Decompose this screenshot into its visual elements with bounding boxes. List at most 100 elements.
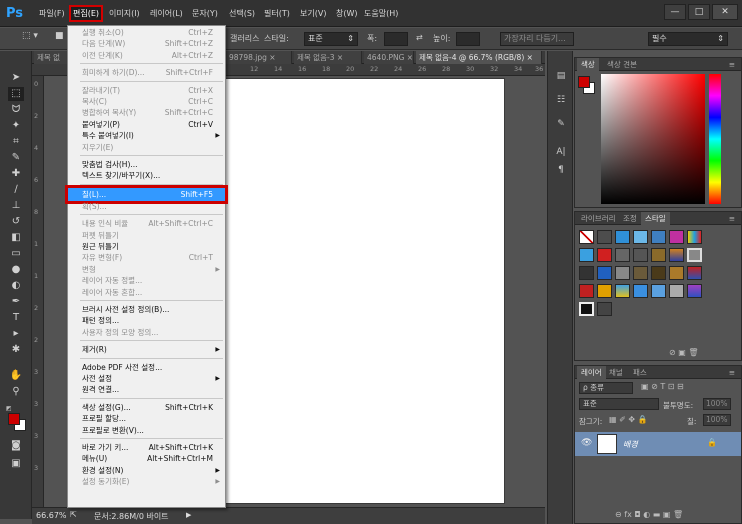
eyedropper-tool-icon[interactable]: ✎: [8, 151, 24, 165]
layers-footer-icons[interactable]: ⊖ fx ◘ ◐ ▬ ▣ 🗑: [615, 510, 683, 519]
refine-edge-button[interactable]: 가장자리 다듬기...: [500, 32, 574, 46]
menu-type[interactable]: 문자(Y): [189, 6, 221, 21]
menu-help[interactable]: 도움말(H): [361, 6, 401, 21]
gradient-tool-icon[interactable]: ▭: [8, 247, 24, 261]
fill-input[interactable]: 100%: [703, 414, 731, 426]
style-swatch[interactable]: [651, 248, 666, 262]
character-icon[interactable]: A|: [553, 145, 569, 159]
style-swatch[interactable]: [633, 230, 648, 244]
magic-wand-tool-icon[interactable]: ✦: [8, 119, 24, 133]
style-swatch-none[interactable]: [579, 230, 594, 244]
edit-menu-item[interactable]: 패턴 정의...: [68, 315, 225, 326]
menu-file[interactable]: 파일(F): [36, 6, 68, 21]
edit-menu-item[interactable]: 환경 설정(N) ▶: [68, 465, 225, 476]
tab-adjustments[interactable]: 조정: [619, 212, 641, 225]
tab-swatches[interactable]: 색상 견본: [603, 58, 641, 71]
edit-menu-item[interactable]: Adobe PDF 사전 설정...: [68, 362, 225, 373]
brush-presets-icon[interactable]: ✎: [553, 117, 569, 131]
eye-icon[interactable]: 👁: [581, 438, 592, 448]
style-swatch[interactable]: [633, 284, 648, 298]
edit-menu-item[interactable]: 원근 뒤틀기: [68, 241, 225, 252]
tab-layers[interactable]: 레이어: [577, 366, 606, 379]
minimize-button[interactable]: —: [664, 4, 686, 20]
menu-view[interactable]: 보기(V): [297, 6, 329, 21]
style-swatch[interactable]: [633, 266, 648, 280]
style-swatch[interactable]: [615, 284, 630, 298]
tab-libraries[interactable]: 라이브러리: [577, 212, 620, 225]
style-select[interactable]: 표준 ⇕: [304, 32, 358, 46]
menu-layer[interactable]: 레이어(L): [147, 6, 186, 21]
style-swatch[interactable]: [597, 266, 612, 280]
style-swatch[interactable]: [669, 230, 684, 244]
pen-tool-icon[interactable]: ✒: [8, 295, 24, 309]
style-swatch[interactable]: [579, 266, 594, 280]
style-swatch[interactable]: [597, 284, 612, 298]
tab-document-active[interactable]: 제목 없음-4 @ 66.7% (RGB/8) ×: [416, 51, 542, 64]
workspace-select[interactable]: 필수 ⇕: [648, 32, 728, 46]
export-icon[interactable]: ⇱: [70, 510, 77, 519]
eraser-tool-icon[interactable]: ◧: [8, 231, 24, 245]
edit-menu-item[interactable]: 색상 설정(G)... Shift+Ctrl+K: [68, 402, 225, 413]
panel-menu-icon[interactable]: ≡: [725, 366, 739, 379]
color-picker-field[interactable]: [601, 74, 705, 204]
style-swatch[interactable]: [597, 230, 612, 244]
width-input[interactable]: [384, 32, 408, 46]
new-selection-icon[interactable]: ■: [55, 31, 64, 41]
style-swatch[interactable]: [633, 248, 648, 262]
dodge-tool-icon[interactable]: ◐: [8, 279, 24, 293]
marquee-tool-icon[interactable]: ⬚: [8, 87, 24, 101]
height-input[interactable]: [456, 32, 480, 46]
edit-menu-item[interactable]: 프로필로 변환(V)...: [68, 425, 225, 436]
default-colors-icon[interactable]: ◩: [6, 405, 14, 412]
style-swatch[interactable]: [651, 230, 666, 244]
hand-tool-icon[interactable]: ✋: [8, 369, 24, 383]
history-icon[interactable]: ▤: [553, 69, 569, 83]
style-swatch[interactable]: [651, 266, 666, 280]
edit-menu-item[interactable]: 제거(R) ▶: [68, 344, 225, 355]
style-swatch[interactable]: [615, 266, 630, 280]
edit-menu-item[interactable]: 텍스트 찾기/바꾸기(X)...: [68, 170, 225, 181]
style-swatch[interactable]: [651, 284, 666, 298]
menu-image[interactable]: 이미지(I): [106, 6, 143, 21]
properties-icon[interactable]: ☷: [553, 93, 569, 107]
tab-document-2[interactable]: 98798.jpg ×: [226, 51, 292, 64]
chevron-right-icon[interactable]: ▶: [186, 511, 191, 519]
screen-mode-icon[interactable]: ▣: [8, 457, 24, 471]
style-swatch[interactable]: [669, 266, 684, 280]
tab-document-3[interactable]: 제목 없음-3 ×: [294, 51, 362, 64]
styles-footer-icons[interactable]: ⊘ ▣ 🗑: [669, 348, 699, 357]
edit-menu-item[interactable]: 브러시 사전 설정 정의(B)...: [68, 304, 225, 315]
clone-stamp-tool-icon[interactable]: ⊥: [8, 199, 24, 213]
layer-row-background[interactable]: 👁 배경 🔒: [575, 432, 741, 456]
menu-filter[interactable]: 필터(T): [261, 6, 293, 21]
style-swatch[interactable]: [669, 284, 684, 298]
crop-tool-icon[interactable]: ⌗: [8, 135, 24, 149]
lasso-tool-icon[interactable]: ᗢ: [8, 103, 24, 117]
tab-styles[interactable]: 스타일: [641, 212, 670, 225]
move-tool-icon[interactable]: ➤: [8, 71, 24, 85]
style-swatch[interactable]: [687, 248, 702, 262]
type-tool-icon[interactable]: T: [8, 311, 24, 325]
opacity-input[interactable]: 100%: [703, 398, 731, 410]
healing-brush-tool-icon[interactable]: ✚: [8, 167, 24, 181]
color-panel-foreground-swatch[interactable]: [578, 76, 590, 88]
style-swatch[interactable]: [687, 284, 702, 298]
zoom-level[interactable]: 66.67%: [36, 511, 67, 520]
layer-filter-icons[interactable]: ▣ ⊘ T ⊡ ⊟: [641, 382, 684, 391]
edit-menu-item[interactable]: 사전 설정 ▶: [68, 373, 225, 384]
style-swatch[interactable]: [687, 230, 702, 244]
history-brush-tool-icon[interactable]: ↺: [8, 215, 24, 229]
hue-slider[interactable]: [709, 74, 721, 204]
lock-icons[interactable]: ▦ ✐ ✥ 🔒: [609, 415, 648, 424]
style-swatch[interactable]: [597, 302, 612, 316]
shape-tool-icon[interactable]: ✱: [8, 343, 24, 357]
edit-menu-item[interactable]: 붙여넣기(P) Ctrl+V: [68, 119, 225, 130]
panel-menu-icon[interactable]: ≡: [725, 58, 739, 71]
brush-tool-icon[interactable]: ∕: [8, 183, 24, 197]
marquee-tool-icon[interactable]: ⬚ ▾: [22, 31, 38, 41]
panel-menu-icon[interactable]: ≡: [725, 212, 739, 225]
foreground-color-swatch[interactable]: [8, 413, 20, 425]
tab-document-1[interactable]: 제목 없: [34, 51, 68, 64]
style-swatch[interactable]: [669, 248, 684, 262]
layer-filter-select[interactable]: ρ 종류: [579, 382, 633, 394]
